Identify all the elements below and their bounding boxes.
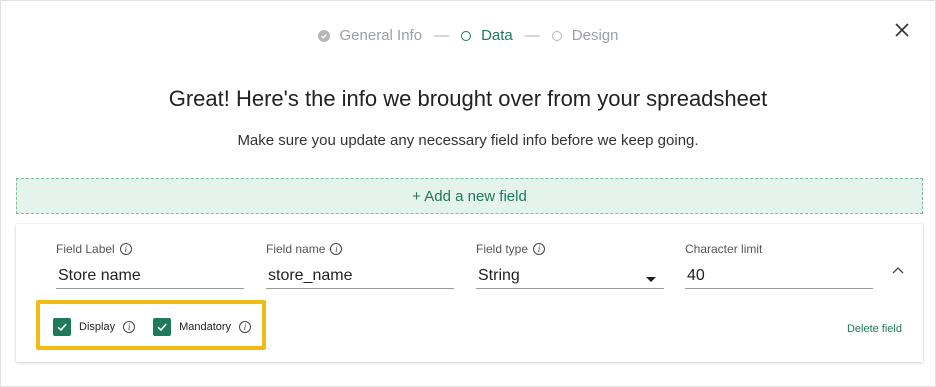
info-icon[interactable]: i xyxy=(119,243,132,255)
character-limit-column: Character limit xyxy=(685,241,873,289)
field-name-title: Field name xyxy=(266,242,326,256)
check-icon xyxy=(53,318,71,336)
step-separator: — xyxy=(434,27,450,44)
chevron-up-icon[interactable] xyxy=(891,264,905,278)
display-checkbox[interactable]: Display i xyxy=(53,318,136,336)
progress-stepper: General Info — Data — Design xyxy=(1,27,935,44)
step-data[interactable]: Data xyxy=(461,27,513,44)
step-general-info[interactable]: General Info xyxy=(317,27,423,44)
field-label-input[interactable] xyxy=(56,263,244,289)
delete-field-link[interactable]: Delete field xyxy=(847,323,902,335)
field-name-input[interactable] xyxy=(266,263,454,289)
info-icon[interactable]: i xyxy=(239,321,252,333)
character-limit-input[interactable] xyxy=(685,263,873,289)
step-label: General Info xyxy=(339,27,423,44)
field-options: Display i Mandatory i xyxy=(53,318,252,336)
step-separator: — xyxy=(524,27,540,44)
modal: General Info — Data — Design Great! Here… xyxy=(0,0,936,387)
page-subtitle: Make sure you update any necessary field… xyxy=(237,132,699,149)
field-type-select[interactable]: String xyxy=(476,263,664,289)
character-limit-title: Character limit xyxy=(685,242,763,256)
add-field-button[interactable]: + Add a new field xyxy=(16,178,923,214)
close-icon[interactable] xyxy=(893,21,911,39)
page-title: Great! Here's the info we brought over f… xyxy=(168,86,768,111)
field-type-title: Field type xyxy=(476,242,529,256)
field-card: Field Label i Field name i Field type i … xyxy=(16,224,923,362)
field-label-column: Field Label i xyxy=(56,241,244,289)
step-label: Data xyxy=(481,27,513,44)
info-icon[interactable]: i xyxy=(123,321,136,333)
field-label-title: Field Label xyxy=(56,242,115,256)
field-type-value: String xyxy=(476,263,664,289)
caret-down-icon xyxy=(646,277,656,282)
field-name-column: Field name i xyxy=(266,241,454,289)
circle-icon xyxy=(461,30,472,41)
circle-icon xyxy=(551,30,562,41)
check-circle-icon xyxy=(317,29,330,42)
check-icon xyxy=(153,318,172,336)
field-type-column: Field type i String xyxy=(476,241,664,289)
mandatory-checkbox[interactable]: Mandatory i xyxy=(153,318,252,336)
info-icon[interactable]: i xyxy=(330,243,343,255)
display-label: Display xyxy=(79,321,116,333)
mandatory-label: Mandatory xyxy=(179,321,232,333)
step-design[interactable]: Design xyxy=(551,27,619,44)
info-icon[interactable]: i xyxy=(533,243,546,255)
step-label: Design xyxy=(571,27,619,44)
